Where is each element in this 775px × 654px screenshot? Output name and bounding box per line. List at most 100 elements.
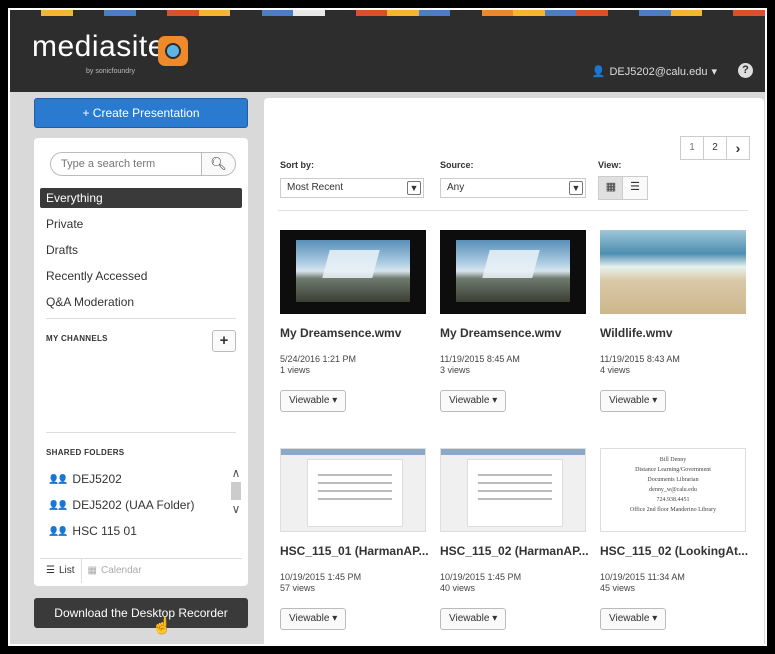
caret-down-icon: ▾ (332, 613, 338, 624)
sort-label: Sort by: (280, 160, 315, 170)
caret-down-icon: ▾ (492, 395, 498, 406)
mediasite-logo-icon (158, 36, 188, 66)
presentation-thumbnail[interactable] (600, 230, 746, 314)
help-icon[interactable]: ? (738, 63, 753, 78)
tab-calendar[interactable]: ▦ Calendar (80, 559, 148, 583)
viewable-dropdown[interactable]: Viewable ▾ (600, 608, 667, 630)
caret-down-icon: ▾ (652, 395, 658, 406)
folder-label: HSC 115 01 (72, 524, 137, 538)
list-icon: ☰ (46, 565, 55, 576)
nav-everything[interactable]: Everything (40, 188, 242, 208)
nav-drafts[interactable]: Drafts (40, 240, 242, 260)
folder-label: DEJ5202 (72, 472, 122, 486)
folder-item[interactable]: 👤👤 DEJ5202 (UAA Folder) (48, 498, 194, 512)
presentation-card: My Dreamsence.wmv 5/24/2016 1:21 PM 1 vie… (280, 230, 430, 412)
pagination: 1 2 › (680, 136, 750, 160)
create-presentation-button[interactable]: + Create Presentation (34, 98, 248, 128)
source-select[interactable]: Any ▼ (440, 178, 586, 198)
nav-private[interactable]: Private (40, 214, 242, 234)
presentation-thumbnail[interactable] (280, 230, 426, 314)
view-tabs: ☰ List ▦ Calendar (40, 558, 242, 583)
scroll-thumb[interactable] (231, 482, 241, 500)
presentation-title[interactable]: HSC_115_02 (LookingAt... (600, 544, 750, 558)
presentation-thumbnail[interactable] (440, 230, 586, 314)
users-icon: 👤👤 (48, 473, 68, 484)
presentation-date: 5/24/2016 1:21 PM (280, 354, 357, 364)
presentation-title[interactable]: HSC_115_01 (HarmanAP... (280, 544, 430, 558)
page-1[interactable]: 1 (680, 136, 704, 160)
grid-view-icon[interactable]: ▦ (598, 176, 624, 200)
search-input[interactable] (50, 152, 202, 176)
user-menu[interactable]: 👤 DEJ5202@calu.edu ▾ (591, 65, 717, 79)
page-2[interactable]: 2 (703, 136, 727, 160)
browser-frame: mediasite by sonicfoundry 👤 DEJ5202@calu… (8, 8, 767, 646)
thumb-text: 724.938.4451 (656, 497, 690, 503)
viewable-dropdown[interactable]: Viewable ▾ (440, 390, 507, 412)
folder-item[interactable]: 👤👤 DEJ5202 (48, 472, 122, 486)
status-label: Viewable (449, 613, 490, 624)
presentation-title[interactable]: HSC_115_02 (HarmanAP... (440, 544, 590, 558)
hand-cursor-icon: ☝ (152, 618, 172, 635)
source-value: Any (447, 182, 465, 193)
viewable-dropdown[interactable]: Viewable ▾ (280, 608, 347, 630)
sort-value: Most Recent (287, 182, 344, 193)
viewable-dropdown[interactable]: Viewable ▾ (600, 390, 667, 412)
app-header: mediasite by sonicfoundry 👤 DEJ5202@calu… (10, 16, 765, 92)
presentation-views: 45 views (600, 583, 636, 593)
folders-scrollbar[interactable]: ∧ ∨ (230, 466, 242, 544)
presentation-title[interactable]: Wildlife.wmv (600, 326, 750, 340)
status-label: Viewable (449, 395, 490, 406)
sort-select[interactable]: Most Recent ▼ (280, 178, 424, 198)
viewable-dropdown[interactable]: Viewable ▾ (440, 608, 507, 630)
mediasite-logo[interactable]: mediasite (32, 30, 165, 64)
users-icon: 👤👤 (48, 525, 68, 536)
thumb-text: denny_w@calu.edu (649, 487, 697, 493)
status-label: Viewable (609, 395, 650, 406)
presentation-thumbnail[interactable] (440, 448, 586, 532)
my-channels-heading: MY CHANNELS (46, 334, 108, 343)
search-icon[interactable]: 🔍︎ (202, 152, 236, 176)
add-channel-button[interactable]: + (212, 330, 236, 352)
caret-down-icon: ▾ (652, 613, 658, 624)
view-label: View: (598, 160, 622, 170)
caret-down-icon: ▾ (711, 66, 717, 78)
presentation-date: 10/19/2015 11:34 AM (600, 572, 685, 582)
presentation-title[interactable]: My Dreamsence.wmv (280, 326, 430, 340)
shared-folders-heading: SHARED FOLDERS (46, 448, 125, 457)
presentation-title[interactable]: My Dreamsence.wmv (440, 326, 590, 340)
presentation-views: 1 views (280, 365, 311, 375)
presentation-thumbnail[interactable] (280, 448, 426, 532)
presentation-date: 11/19/2015 8:45 AM (440, 354, 520, 364)
nav-recently-accessed[interactable]: Recently Accessed (40, 266, 242, 286)
presentation-card: HSC_115_02 (HarmanAP... 10/19/2015 1:45 … (440, 448, 590, 630)
presentation-views: 4 views (600, 365, 631, 375)
sidebar: 🔍︎ Everything Private Drafts Recently Ac… (34, 138, 248, 586)
presentation-date: 10/19/2015 1:45 PM (280, 572, 362, 582)
scroll-down-icon[interactable]: ∨ (230, 502, 242, 516)
status-label: Viewable (289, 613, 330, 624)
chevron-down-icon: ▼ (569, 181, 583, 195)
users-icon: 👤👤 (48, 499, 68, 510)
divider (278, 210, 748, 211)
status-label: Viewable (609, 613, 650, 624)
presentation-views: 40 views (440, 583, 476, 593)
list-view-icon[interactable]: ☰ (622, 176, 648, 200)
nav-qa-moderation[interactable]: Q&A Moderation (40, 292, 242, 312)
folder-item[interactable]: 👤👤 HSC 115 01 (48, 524, 137, 538)
thumb-text: Office 2nd floor Manderino Library (629, 507, 717, 513)
tab-list[interactable]: ☰ List (40, 559, 81, 583)
tab-calendar-label: Calendar (100, 565, 142, 576)
caret-down-icon: ▾ (332, 395, 338, 406)
download-recorder-button[interactable]: Download the Desktop Recorder (34, 598, 248, 628)
user-email: DEJ5202@calu.edu (609, 65, 708, 78)
divider (46, 432, 236, 433)
user-icon: 👤 (591, 66, 606, 78)
thumb-text: Distance Learning/Government (635, 467, 711, 473)
scroll-up-icon[interactable]: ∧ (230, 466, 242, 480)
presentation-views: 57 views (280, 583, 316, 593)
presentation-card: Bill Denny Distance Learning/Government … (600, 448, 750, 630)
next-page-icon[interactable]: › (726, 136, 750, 160)
presentation-thumbnail[interactable]: Bill Denny Distance Learning/Government … (600, 448, 746, 532)
viewable-dropdown[interactable]: Viewable ▾ (280, 390, 347, 412)
status-label: Viewable (289, 395, 330, 406)
